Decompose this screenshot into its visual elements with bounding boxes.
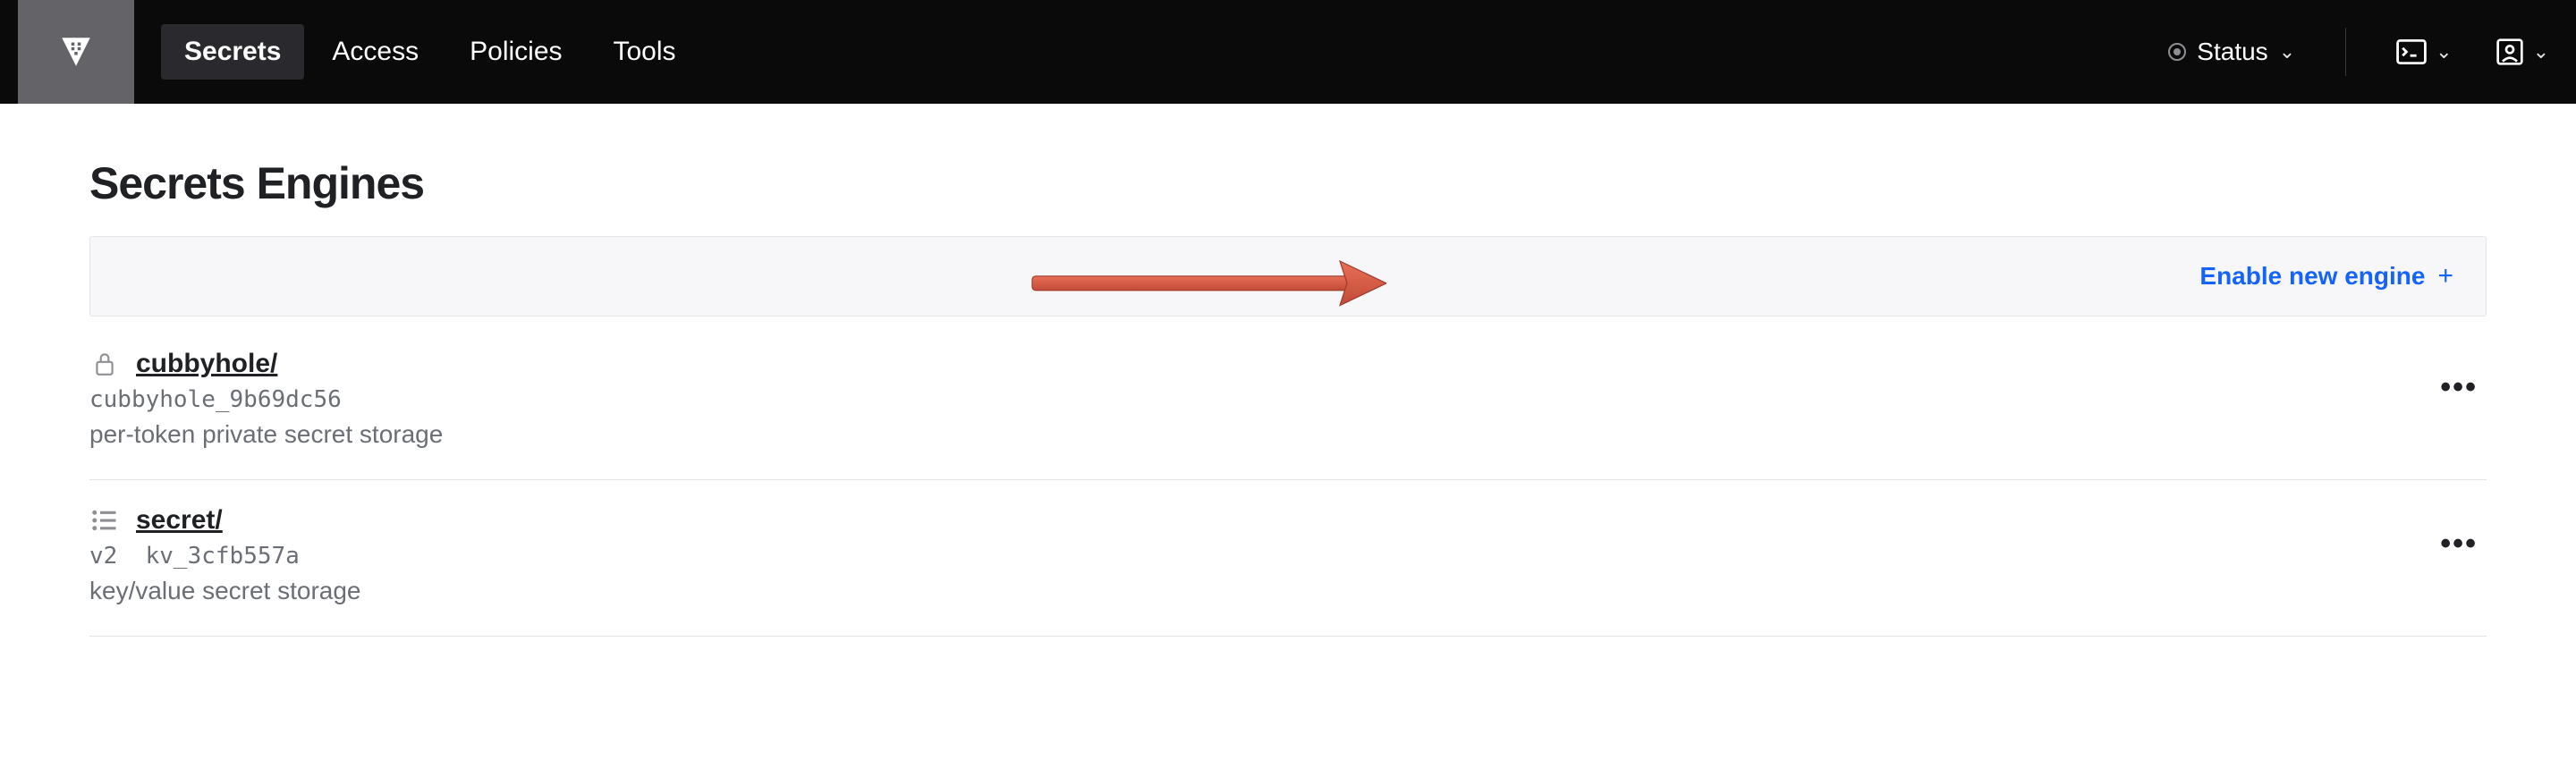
- chevron-down-icon: ⌄: [2533, 40, 2549, 63]
- engine-accessor: v2 kv_3cfb557a: [89, 543, 2431, 570]
- plus-icon: +: [2437, 261, 2453, 291]
- main-content: Secrets Engines Enable new engine + cubb…: [0, 104, 2576, 690]
- page-title: Secrets Engines: [89, 157, 2487, 209]
- list-item: cubbyhole/ cubbyhole_9b69dc56 per-token …: [89, 324, 2487, 480]
- status-area: Status ⌄ ⌄ ⌄: [2159, 28, 2558, 76]
- engine-link-secret[interactable]: secret/: [136, 505, 223, 536]
- enable-new-engine-button[interactable]: Enable new engine +: [2187, 247, 2466, 306]
- nav-tools[interactable]: Tools: [590, 24, 699, 80]
- row-menu-button[interactable]: •••: [2431, 370, 2487, 405]
- enable-button-label: Enable new engine: [2199, 262, 2425, 291]
- list-item: secret/ v2 kv_3cfb557a key/value secret …: [89, 480, 2487, 637]
- engine-link-cubbyhole[interactable]: cubbyhole/: [136, 349, 277, 379]
- primary-nav: Secrets Access Policies Tools: [161, 24, 699, 80]
- top-nav: Secrets Access Policies Tools Status ⌄ ⌄…: [0, 0, 2576, 104]
- vault-logo-icon: [57, 33, 95, 71]
- terminal-icon: [2396, 39, 2427, 64]
- engine-description: per-token private secret storage: [89, 420, 2431, 449]
- nav-policies[interactable]: Policies: [446, 24, 585, 80]
- row-menu-button[interactable]: •••: [2431, 527, 2487, 562]
- status-menu[interactable]: Status ⌄: [2159, 38, 2304, 66]
- chevron-down-icon: ⌄: [2279, 40, 2295, 63]
- status-label: Status: [2197, 38, 2267, 66]
- nav-secrets[interactable]: Secrets: [161, 24, 304, 80]
- user-menu[interactable]: ⌄: [2487, 30, 2558, 73]
- console-menu[interactable]: ⌄: [2387, 32, 2461, 72]
- lock-icon: [89, 350, 120, 377]
- engine-accessor: cubbyhole_9b69dc56: [89, 386, 2431, 413]
- divider: [2345, 28, 2346, 76]
- nav-access[interactable]: Access: [309, 24, 442, 80]
- list-icon: [89, 509, 120, 532]
- vault-logo[interactable]: [18, 0, 134, 104]
- chevron-down-icon: ⌄: [2436, 40, 2452, 63]
- engines-list: cubbyhole/ cubbyhole_9b69dc56 per-token …: [89, 324, 2487, 637]
- engine-description: key/value secret storage: [89, 577, 2431, 605]
- user-icon: [2496, 38, 2524, 66]
- status-indicator-icon: [2168, 43, 2186, 61]
- toolbar: Enable new engine +: [89, 236, 2487, 317]
